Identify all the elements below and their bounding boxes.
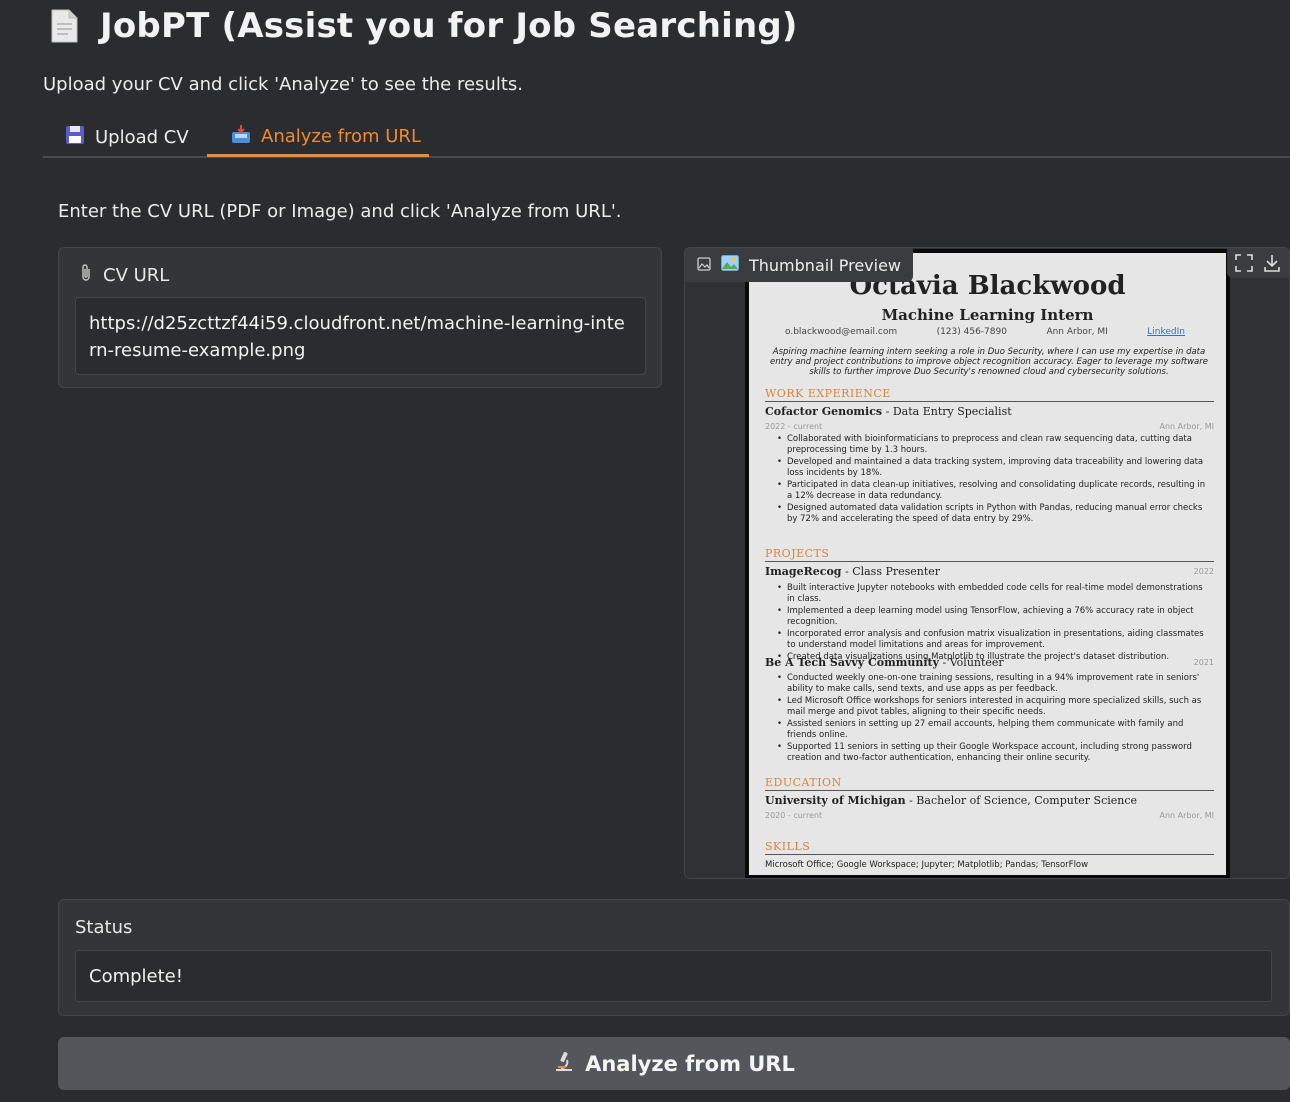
resume-project-year: 2021 (1193, 658, 1214, 667)
inbox-tray-icon (231, 124, 251, 149)
resume-section-projects: PROJECTS (765, 547, 1214, 562)
list-item: Supported 11 seniors in setting up their… (777, 742, 1213, 763)
resume-project-meta: 2022 (765, 567, 1214, 576)
resume-section-work: WORK EXPERIENCE (765, 387, 1214, 402)
cv-url-label-row: CV URL (79, 263, 169, 288)
resume-section-skills: SKILLS (765, 840, 1214, 855)
status-panel: Status Complete! (58, 899, 1290, 1016)
resume-contact-row: o.blackwood@email.com (123) 456-7890 Ann… (785, 327, 1185, 337)
resume-skills: Microsoft Office; Google Workspace; Jupy… (765, 860, 1089, 870)
resume-job-bullets: Collaborated with bioinformaticians to p… (777, 434, 1213, 526)
framed-picture-icon (721, 255, 739, 275)
page-subtitle: Upload your CV and click 'Analyze' to se… (43, 74, 523, 95)
status-output[interactable]: Complete! (75, 950, 1272, 1002)
floppy-disk-icon (65, 125, 85, 150)
analyze-from-url-button[interactable]: Analyze from URL (58, 1037, 1290, 1090)
tab-bar: Upload CV Analyze from URL (43, 118, 1290, 158)
image-toolbar (1227, 248, 1289, 278)
analyze-from-url-button-label: Analyze from URL (585, 1051, 795, 1076)
resume-education-dates: 2020 - current (765, 811, 823, 820)
thumbnail-preview-label-row: Thumbnail Preview (685, 248, 913, 282)
tab-upload-cv[interactable]: Upload CV (65, 118, 189, 156)
document-icon (50, 9, 78, 43)
resume-section-education: EDUCATION (765, 776, 1214, 791)
resume-job-location: Ann Arbor, MI (1159, 422, 1214, 431)
list-item: Collaborated with bioinformaticians to p… (777, 434, 1213, 455)
resume-job-company: Cofactor Genomics (765, 405, 883, 418)
microscope-icon (553, 1050, 575, 1077)
resume-project-meta: 2021 (765, 658, 1214, 667)
list-item: Implemented a deep learning model using … (777, 606, 1213, 627)
tab-upload-cv-label: Upload CV (95, 126, 189, 148)
cv-url-label: CV URL (103, 265, 170, 286)
resume-education-location: Ann Arbor, MI (1159, 811, 1214, 820)
resume-job-title: Data Entry Specialist (892, 405, 1012, 418)
resume-degree: Bachelor of Science, Computer Science (916, 794, 1138, 807)
resume-summary: Aspiring machine learning intern seeking… (770, 347, 1208, 377)
resume-project-bullets: Built interactive Jupyter notebooks with… (777, 583, 1213, 665)
list-item: Assisted seniors in setting up 27 email … (777, 719, 1213, 740)
list-item: Built interactive Jupyter notebooks with… (777, 583, 1213, 604)
resume-education-meta: 2020 - current Ann Arbor, MI (765, 811, 1214, 820)
cv-url-input[interactable]: https://d25zcttzf44i59.cloudfront.net/ma… (75, 297, 646, 375)
resume-linkedin-link: LinkedIn (1147, 327, 1185, 337)
resume-job-entry: Cofactor Genomics - Data Entry Specialis… (765, 405, 1214, 418)
resume-project-year: 2022 (1193, 567, 1214, 576)
resume-preview-image: Octavia Blackwood Machine Learning Inter… (745, 249, 1230, 878)
page-title: JobPT (Assist you for Job Searching) (100, 6, 798, 46)
resume-education-entry: University of Michigan - Bachelor of Sci… (765, 794, 1214, 807)
thumbnail-preview-label: Thumbnail Preview (749, 255, 901, 275)
resume-role: Machine Learning Intern (881, 306, 1094, 324)
list-item: Designed automated data validation scrip… (777, 503, 1213, 524)
resume-phone: (123) 456-7890 (936, 327, 1007, 337)
download-icon[interactable] (1261, 252, 1283, 274)
list-item: Conducted weekly one-on-one training ses… (777, 673, 1213, 694)
list-item: Incorporated error analysis and confusio… (777, 629, 1213, 650)
status-label: Status (75, 917, 133, 938)
resume-project-bullets: Conducted weekly one-on-one training ses… (777, 673, 1213, 765)
resume-school: University of Michigan (765, 794, 906, 807)
resume-location: Ann Arbor, MI (1046, 327, 1108, 337)
paperclip-icon (79, 263, 93, 288)
fullscreen-icon[interactable] (1233, 252, 1255, 274)
instructions-text: Enter the CV URL (PDF or Image) and clic… (58, 201, 622, 222)
separator: - (885, 405, 893, 418)
resume-job-meta: 2022 - current Ann Arbor, MI (765, 422, 1214, 431)
resume-email: o.blackwood@email.com (785, 327, 898, 337)
tab-analyze-from-url-label: Analyze from URL (261, 125, 421, 147)
resume-job-dates: 2022 - current (765, 422, 823, 431)
thumbnail-preview-panel: Thumbnail Preview Octavia Blackwood Mach… (684, 247, 1290, 879)
list-item: Developed and maintained a data tracking… (777, 457, 1213, 478)
app-header: JobPT (Assist you for Job Searching) (50, 6, 798, 46)
list-item: Led Microsoft Office workshops for senio… (777, 696, 1213, 717)
image-icon (697, 256, 711, 275)
tab-analyze-from-url[interactable]: Analyze from URL (207, 118, 429, 157)
list-item: Participated in data clean-up initiative… (777, 480, 1213, 501)
cv-url-panel: CV URL https://d25zcttzf44i59.cloudfront… (58, 247, 662, 388)
